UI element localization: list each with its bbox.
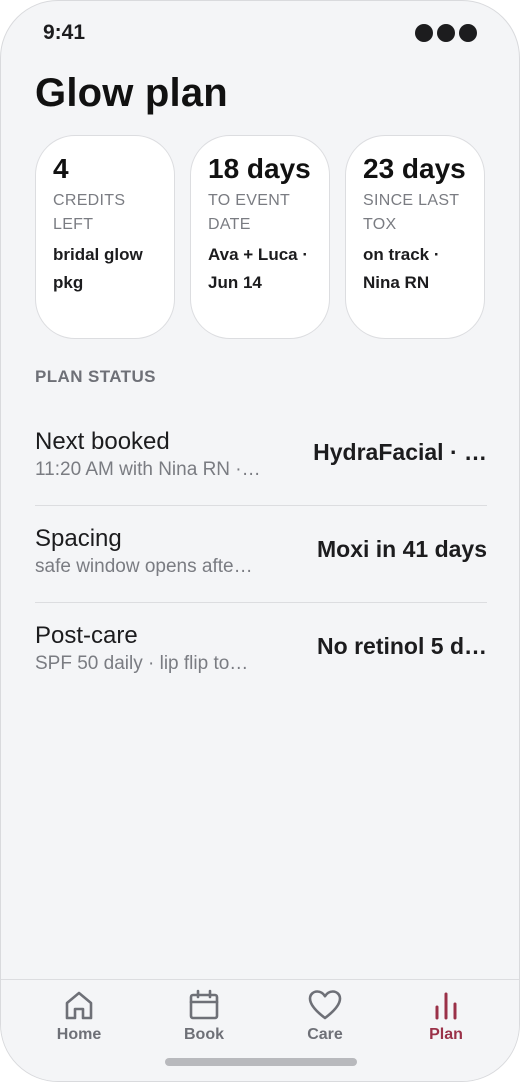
row-title: Next booked <box>35 428 170 455</box>
row-title: Spacing <box>35 525 122 552</box>
phone-frame: 9:41 Glow plan 4 CREDITS LEFT bridal glo… <box>0 0 520 1082</box>
row-subtitle: SPF 50 daily · lip flip to… <box>35 653 249 674</box>
row-value: Moxi in 41 days <box>316 536 487 562</box>
tab-book[interactable]: Book <box>154 988 254 1044</box>
home-icon <box>65 991 93 1020</box>
status-time: 9:41 <box>43 21 86 44</box>
row-text: Next booked 11:20 AM with Nina RN ·… <box>35 427 280 483</box>
stat-detail: bridal glow pkg <box>53 245 143 292</box>
stat-label: CREDITS LEFT <box>53 192 126 233</box>
row-title: Post-care <box>35 622 138 649</box>
tab-care[interactable]: Care <box>275 988 375 1044</box>
stat-card-credits[interactable]: 4 CREDITS LEFT bridal glow pkg <box>35 135 175 339</box>
calendar-icon <box>189 989 219 1020</box>
home-indicator[interactable] <box>165 1058 357 1066</box>
row-value: No retinol 5 d… <box>317 633 487 659</box>
status-indicators <box>415 24 477 42</box>
row-value: HydraFacial · … <box>313 439 487 465</box>
stat-card-tox[interactable]: 23 days SINCE LAST TOX on track · Nina R… <box>345 135 485 339</box>
tab-label: Book <box>184 1026 224 1043</box>
heart-icon <box>308 990 342 1020</box>
bar-chart-icon <box>435 992 457 1020</box>
page-title: Glow plan <box>35 71 228 115</box>
tab-label: Plan <box>429 1026 463 1043</box>
stat-value: 4 <box>53 153 69 184</box>
plan-status-list: Next booked 11:20 AM with Nina RN ·… Hyd… <box>35 409 487 699</box>
stat-value: 23 days <box>363 153 466 184</box>
status-row-post-care[interactable]: Post-care SPF 50 daily · lip flip to… No… <box>35 603 487 699</box>
status-bar: 9:41 <box>43 19 477 49</box>
row-text: Spacing safe window opens afte… <box>35 524 280 580</box>
stat-detail: on track · Nina RN <box>363 245 440 292</box>
stats-row: 4 CREDITS LEFT bridal glow pkg 18 days T… <box>35 135 487 339</box>
tab-bar: Home Book Care Plan <box>1 979 519 1081</box>
status-row-next-booked[interactable]: Next booked 11:20 AM with Nina RN ·… Hyd… <box>35 409 487 506</box>
tab-plan[interactable]: Plan <box>396 988 496 1044</box>
tab-home[interactable]: Home <box>29 988 129 1044</box>
row-subtitle: 11:20 AM with Nina RN ·… <box>35 459 261 480</box>
signal-dot-icon <box>437 24 455 42</box>
stat-card-event[interactable]: 18 days TO EVENT DATE Ava + Luca · Jun 1… <box>190 135 330 339</box>
row-subtitle: safe window opens afte… <box>35 556 253 577</box>
stat-detail: Ava + Luca · Jun 14 <box>208 245 308 292</box>
signal-dot-icon <box>415 24 433 42</box>
status-row-spacing[interactable]: Spacing safe window opens afte… Moxi in … <box>35 506 487 603</box>
section-header-plan-status: PLAN STATUS <box>35 367 156 386</box>
tab-label: Home <box>56 1026 102 1043</box>
stat-value: 18 days <box>208 153 311 184</box>
stat-label: SINCE LAST TOX <box>363 192 460 233</box>
stat-label: TO EVENT DATE <box>208 192 290 233</box>
signal-dot-icon <box>459 24 477 42</box>
row-text: Post-care SPF 50 daily · lip flip to… <box>35 621 280 677</box>
tab-label: Care <box>307 1026 343 1043</box>
